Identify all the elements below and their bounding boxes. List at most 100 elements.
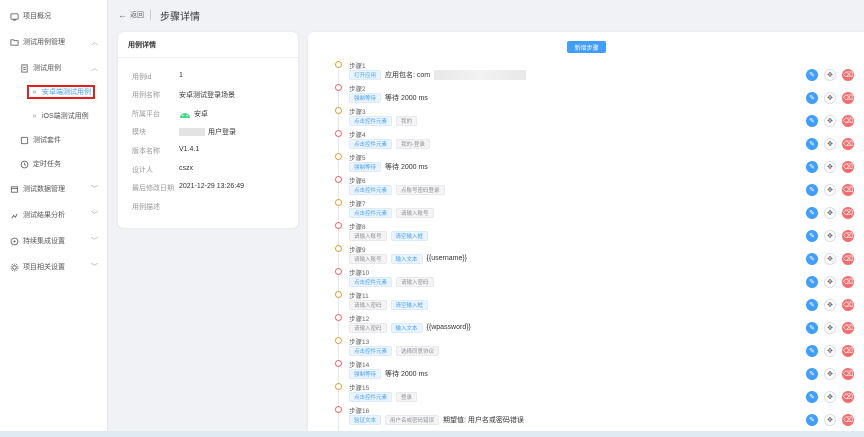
detail-row-description: 用例描述	[118, 202, 298, 214]
step-text: 等待 2000 ms	[385, 163, 428, 171]
move-icon[interactable]: ✥	[824, 276, 836, 288]
step-tag: 点击控件元素	[349, 138, 393, 149]
sidebar-item-ci-settings[interactable]: 持续集成设置 ﹀	[0, 232, 108, 250]
edit-icon[interactable]: ✎	[806, 299, 818, 311]
edit-icon[interactable]: ✎	[806, 322, 818, 334]
delete-icon[interactable]: ⌫	[842, 115, 854, 127]
timeline-dot	[335, 360, 342, 367]
delete-icon[interactable]: ⌫	[842, 207, 854, 219]
step-text: {{username}}	[426, 255, 468, 262]
detail-value: 安卓测试登录场景	[179, 92, 235, 99]
delete-icon[interactable]: ⌫	[842, 230, 854, 242]
sidebar-item-test-data[interactable]: 测试数据管理 ﹀	[0, 180, 108, 198]
chevron-up-icon: ︿	[91, 65, 98, 72]
move-icon[interactable]: ✥	[824, 161, 836, 173]
move-icon[interactable]: ✥	[824, 391, 836, 403]
delete-icon[interactable]: ⌫	[842, 345, 854, 357]
step-row: 请输入账号 输入文本 {{username}}	[349, 253, 467, 264]
double-chevron-icon: »	[32, 112, 37, 120]
edit-icon[interactable]: ✎	[806, 207, 818, 219]
edit-icon[interactable]: ✎	[806, 92, 818, 104]
edit-icon[interactable]: ✎	[806, 138, 818, 150]
move-icon[interactable]: ✥	[824, 414, 836, 426]
header-divider	[150, 10, 151, 20]
step-actions: ✎ ✥ ⌫	[806, 115, 854, 127]
edit-icon[interactable]: ✎	[806, 345, 818, 357]
delete-icon[interactable]: ⌫	[842, 69, 854, 81]
move-icon[interactable]: ✥	[824, 368, 836, 380]
step-text: 等待 2000 ms	[385, 94, 428, 102]
move-icon[interactable]: ✥	[824, 115, 836, 127]
edit-icon[interactable]: ✎	[806, 184, 818, 196]
move-icon[interactable]: ✥	[824, 184, 836, 196]
edit-icon[interactable]: ✎	[806, 276, 818, 288]
delete-icon[interactable]: ⌫	[842, 253, 854, 265]
move-icon[interactable]: ✥	[824, 92, 836, 104]
step-row: 验证文本 用户名或密码错误 期望值: 用户名或密码错误	[349, 414, 524, 425]
sidebar-item-ios-testcase[interactable]: » iOS端测试用例	[0, 107, 108, 125]
move-icon[interactable]: ✥	[824, 322, 836, 334]
edit-icon[interactable]: ✎	[806, 230, 818, 242]
step-row: 打开应用 应用包名: com	[349, 69, 527, 80]
edit-icon[interactable]: ✎	[806, 69, 818, 81]
edit-icon[interactable]: ✎	[806, 368, 818, 380]
sidebar-item-label: 项目相关设置	[23, 264, 65, 271]
timeline-dot	[335, 245, 342, 252]
detail-key: 用例名称	[132, 92, 160, 99]
detail-key: 模块	[132, 129, 146, 136]
step-tag: 我的-登录	[396, 138, 430, 149]
page-header: ← 返回 步骤详情	[108, 0, 864, 30]
step-tag: 点击控件元素	[349, 391, 393, 402]
sidebar-item-testcase-mgmt[interactable]: 测试用例管理 ︿	[0, 33, 108, 51]
detail-value: 2021-12-29 13:26:49	[179, 183, 244, 190]
delete-icon[interactable]: ⌫	[842, 161, 854, 173]
delete-icon[interactable]: ⌫	[842, 368, 854, 380]
edit-icon[interactable]: ✎	[806, 161, 818, 173]
delete-icon[interactable]: ⌫	[842, 322, 854, 334]
add-step-button[interactable]: 新增步骤	[567, 41, 606, 53]
timeline-dot	[335, 130, 342, 137]
delete-icon[interactable]: ⌫	[842, 276, 854, 288]
move-icon[interactable]: ✥	[824, 345, 836, 357]
move-icon[interactable]: ✥	[824, 253, 836, 265]
move-icon[interactable]: ✥	[824, 299, 836, 311]
step-tag: 我的	[396, 115, 418, 126]
back-button[interactable]: ← 返回	[118, 10, 144, 20]
page-title: 步骤详情	[160, 12, 200, 23]
sidebar-item-project-overview[interactable]: 项目概况	[0, 7, 108, 25]
steps-card: 新增步骤 步骤1 打开应用 应用包名: com ✎ ✥ ⌫ 步骤2 强制等待 等待 2000 m…	[308, 32, 864, 437]
delete-icon[interactable]: ⌫	[842, 391, 854, 403]
suite-icon	[20, 136, 29, 145]
step-row: 强制等待 等待 2000 ms	[349, 368, 428, 379]
sidebar-item-scheduled-task[interactable]: 定时任务	[0, 155, 108, 173]
step-actions: ✎ ✥ ⌫	[806, 322, 854, 334]
delete-icon[interactable]: ⌫	[842, 299, 854, 311]
move-icon[interactable]: ✥	[824, 230, 836, 242]
bottom-scrollbar[interactable]	[0, 431, 864, 437]
android-icon	[180, 113, 190, 118]
edit-icon[interactable]: ✎	[806, 253, 818, 265]
edit-icon[interactable]: ✎	[806, 115, 818, 127]
sidebar-item-project-settings[interactable]: 项目相关设置 ﹀	[0, 258, 108, 276]
step-row: 强制等待 等待 2000 ms	[349, 161, 428, 172]
sidebar-item-result-analysis[interactable]: 测试结果分析 ﹀	[0, 206, 108, 224]
move-icon[interactable]: ✥	[824, 138, 836, 150]
delete-icon[interactable]: ⌫	[842, 414, 854, 426]
sidebar-item-testcase[interactable]: 测试用例 ︿	[0, 59, 108, 77]
sidebar-item-test-suite[interactable]: 测试套件	[0, 131, 108, 149]
step-tag: 点账号密码登录	[396, 184, 445, 195]
detail-value: 1	[179, 72, 183, 79]
delete-icon[interactable]: ⌫	[842, 92, 854, 104]
timeline-dot	[335, 406, 342, 413]
back-label: 返回	[130, 12, 144, 19]
move-icon[interactable]: ✥	[824, 207, 836, 219]
edit-icon[interactable]: ✎	[806, 414, 818, 426]
edit-icon[interactable]: ✎	[806, 391, 818, 403]
step-tag: 用户名或密码错误	[385, 414, 440, 425]
step-actions: ✎ ✥ ⌫	[806, 345, 854, 357]
delete-icon[interactable]: ⌫	[842, 184, 854, 196]
detail-key: 用例id	[132, 74, 152, 81]
delete-icon[interactable]: ⌫	[842, 138, 854, 150]
move-icon[interactable]: ✥	[824, 69, 836, 81]
sidebar-item-label: 测试数据管理	[23, 186, 65, 193]
